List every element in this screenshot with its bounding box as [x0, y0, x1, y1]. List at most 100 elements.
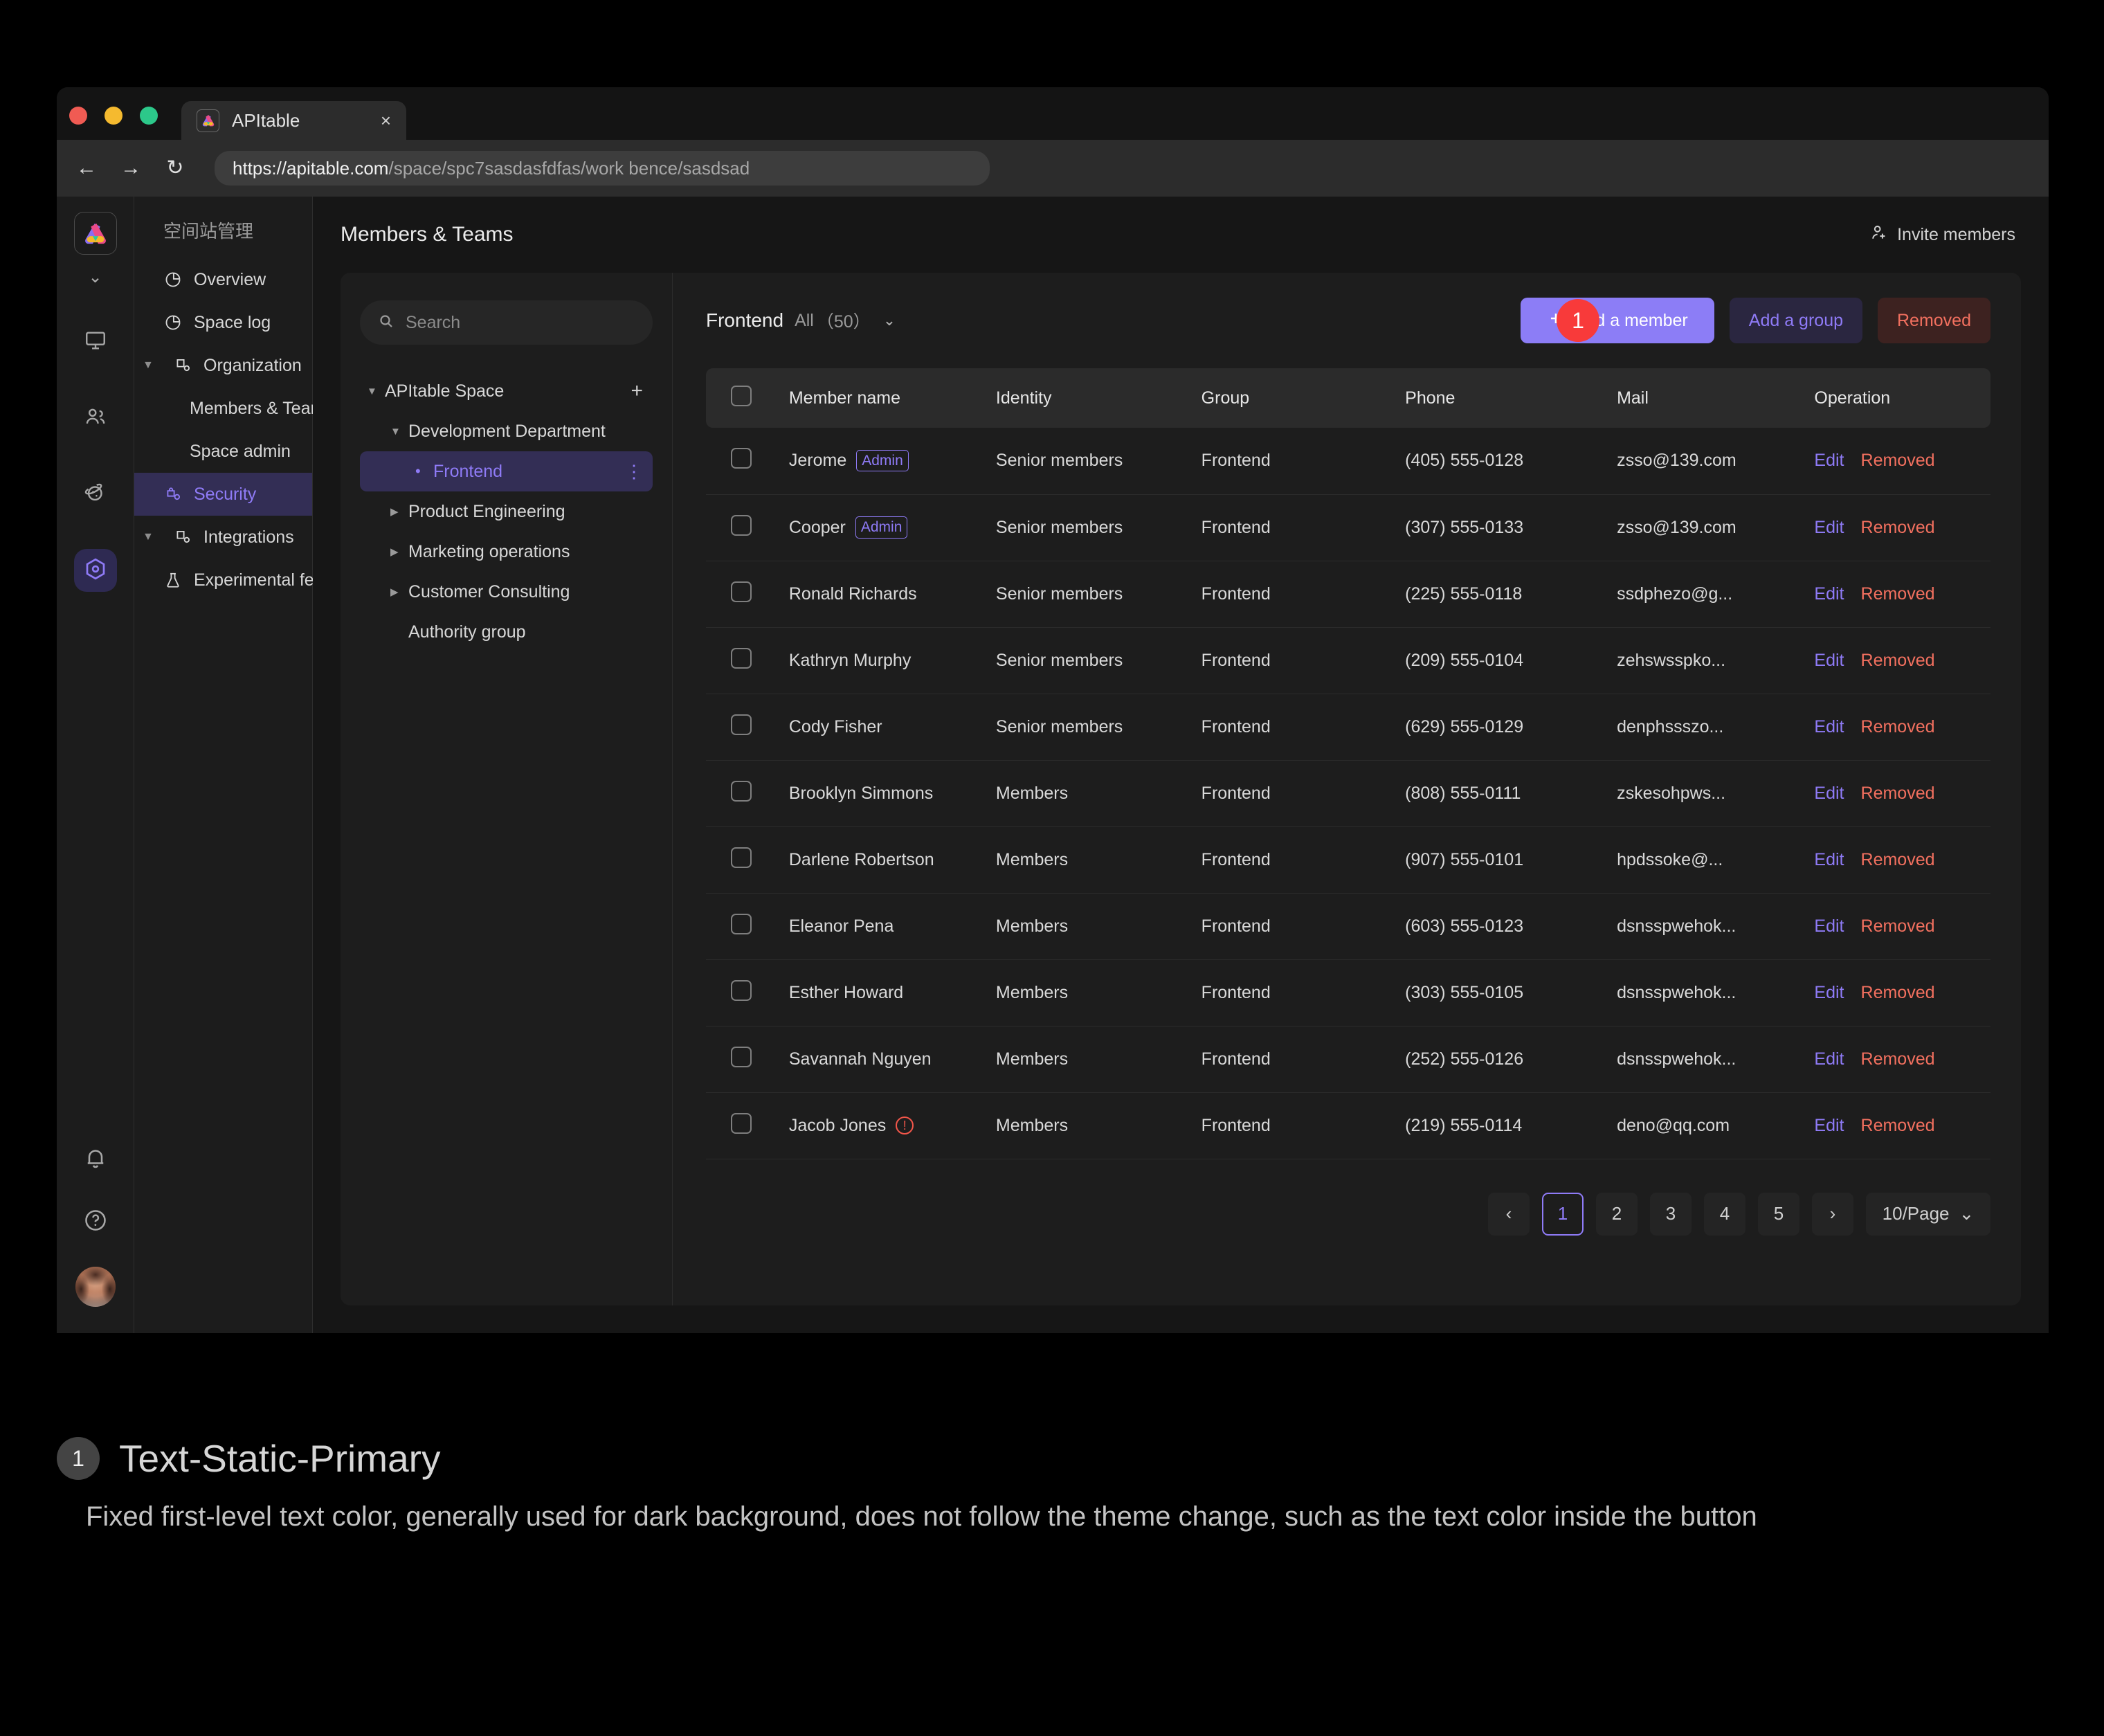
- remove-link[interactable]: Removed: [1861, 518, 1935, 538]
- remove-link[interactable]: Removed: [1861, 1049, 1935, 1069]
- edit-link[interactable]: Edit: [1814, 651, 1844, 671]
- pagination-page-1[interactable]: 1: [1542, 1192, 1584, 1236]
- sidebar-item-space-log[interactable]: Space log: [134, 301, 312, 344]
- edit-link[interactable]: Edit: [1814, 983, 1844, 1003]
- back-icon[interactable]: ←: [75, 158, 98, 179]
- remove-link[interactable]: Removed: [1861, 451, 1935, 471]
- add-a-member-button[interactable]: Add a member: [1520, 298, 1714, 343]
- row-checkbox[interactable]: [731, 1112, 752, 1134]
- more-options-icon[interactable]: ⋮: [625, 462, 643, 480]
- pagination-page-4[interactable]: 4: [1704, 1192, 1745, 1236]
- pagination-next[interactable]: ›: [1812, 1192, 1853, 1236]
- table-row[interactable]: Jacob Jones! Members Frontend (219) 555-011…: [706, 1092, 1990, 1159]
- remove-link[interactable]: Removed: [1861, 983, 1935, 1003]
- row-checkbox[interactable]: [731, 847, 752, 868]
- tree-node-apitable-space[interactable]: ▼ APItable Space +: [360, 371, 653, 411]
- chevron-down-icon[interactable]: ▼: [367, 386, 385, 397]
- forward-icon[interactable]: →: [119, 158, 143, 179]
- remove-link[interactable]: Removed: [1861, 784, 1935, 804]
- table-row[interactable]: Savannah Nguyen Members Frontend (252) 555-…: [706, 1026, 1990, 1093]
- chevron-right-icon[interactable]: ▶: [390, 505, 408, 518]
- table-row[interactable]: Jerome Admin Senior members Frontend (405) 5…: [706, 428, 1990, 495]
- close-icon[interactable]: ×: [381, 111, 391, 129]
- tree-node-frontend[interactable]: • Frontend ⋮: [360, 451, 653, 491]
- edit-link[interactable]: Edit: [1814, 1049, 1844, 1069]
- row-checkbox[interactable]: [731, 581, 752, 602]
- row-checkbox[interactable]: [731, 714, 752, 735]
- table-row[interactable]: Cooper Admin Senior members Frontend (307) 5…: [706, 494, 1990, 561]
- sidebar-item-space-admin[interactable]: Space admin: [134, 430, 312, 473]
- address-bar[interactable]: https://apitable.com/space/spc7sasdasfdf…: [215, 151, 990, 186]
- pagination-prev[interactable]: ‹: [1488, 1192, 1530, 1236]
- table-row[interactable]: Cody Fisher Senior members Frontend (629) 5…: [706, 694, 1990, 761]
- help-button[interactable]: [74, 1200, 117, 1243]
- page-size-selector[interactable]: 10/Page ⌄: [1866, 1192, 1990, 1236]
- chevron-right-icon[interactable]: ▶: [390, 586, 408, 598]
- removed-button[interactable]: Removed: [1878, 298, 1990, 343]
- search-input[interactable]: Search: [360, 300, 653, 345]
- minimize-window-button[interactable]: [105, 107, 123, 125]
- row-checkbox[interactable]: [731, 647, 752, 669]
- pagination-page-3[interactable]: 3: [1650, 1192, 1692, 1236]
- edit-link[interactable]: Edit: [1814, 717, 1844, 737]
- add-a-group-button[interactable]: Add a group: [1729, 298, 1862, 343]
- tree-node-marketing-operations[interactable]: ▶ Marketing operations: [360, 532, 653, 572]
- pagination-page-5[interactable]: 5: [1758, 1192, 1799, 1236]
- edit-link[interactable]: Edit: [1814, 850, 1844, 870]
- table-row[interactable]: Darlene Robertson Members Frontend (907) 55…: [706, 826, 1990, 894]
- row-checkbox[interactable]: [731, 448, 752, 469]
- remove-link[interactable]: Removed: [1861, 651, 1935, 671]
- sidebar-item-security[interactable]: Security: [134, 473, 312, 516]
- edit-link[interactable]: Edit: [1814, 584, 1844, 604]
- notifications-button[interactable]: [74, 1138, 117, 1181]
- table-row[interactable]: Esther Howard Members Frontend (303) 555-01…: [706, 959, 1990, 1027]
- tree-node-development-department[interactable]: ▼ Development Department: [360, 411, 653, 451]
- row-checkbox[interactable]: [731, 1046, 752, 1067]
- chevron-right-icon[interactable]: ▶: [390, 545, 408, 558]
- edit-link[interactable]: Edit: [1814, 518, 1844, 538]
- remove-link[interactable]: Removed: [1861, 584, 1935, 604]
- add-team-icon[interactable]: +: [631, 381, 643, 401]
- edit-link[interactable]: Edit: [1814, 1116, 1844, 1136]
- remove-link[interactable]: Removed: [1861, 916, 1935, 937]
- tree-node-authority-group[interactable]: Authority group: [360, 612, 653, 652]
- row-checkbox[interactable]: [731, 780, 752, 802]
- sidebar-item-members-teams[interactable]: Members & Teams: [134, 387, 334, 430]
- reload-icon[interactable]: ↻: [163, 158, 187, 179]
- rail-item-space-settings[interactable]: [73, 549, 117, 592]
- remove-link[interactable]: Removed: [1861, 717, 1935, 737]
- sidebar-item-experimental-features[interactable]: Experimental features: [134, 559, 362, 602]
- table-row[interactable]: Brooklyn Simmons Members Frontend (808) 555…: [706, 760, 1990, 827]
- rail-item-workbench[interactable]: [74, 320, 117, 363]
- close-window-button[interactable]: [69, 107, 87, 125]
- row-checkbox[interactable]: [731, 979, 752, 1001]
- chevron-down-icon[interactable]: ▼: [390, 426, 408, 437]
- table-row[interactable]: Ronald Richards Senior members Frontend (22…: [706, 561, 1990, 628]
- edit-link[interactable]: Edit: [1814, 451, 1844, 471]
- rail-item-members[interactable]: [74, 397, 117, 440]
- invite-members-button[interactable]: Invite members: [1869, 223, 2015, 247]
- tree-node-product-engineering[interactable]: ▶ Product Engineering: [360, 491, 653, 532]
- sidebar-item-integrations[interactable]: ▼ Integrations: [134, 516, 312, 559]
- edit-link[interactable]: Edit: [1814, 784, 1844, 804]
- sidebar-item-organization[interactable]: ▼ Organization: [134, 344, 312, 387]
- remove-link[interactable]: Removed: [1861, 1116, 1935, 1136]
- tree-node-customer-consulting[interactable]: ▶ Customer Consulting: [360, 572, 653, 612]
- chevron-down-icon[interactable]: ⌄: [883, 311, 896, 329]
- row-checkbox[interactable]: [731, 514, 752, 536]
- edit-link[interactable]: Edit: [1814, 916, 1844, 937]
- sidebar-item-overview[interactable]: Overview: [134, 258, 312, 301]
- avatar[interactable]: [75, 1267, 116, 1307]
- maximize-window-button[interactable]: [140, 107, 158, 125]
- pagination-page-2[interactable]: 2: [1596, 1192, 1638, 1236]
- apitable-logo-icon[interactable]: [73, 212, 117, 255]
- chevron-down-icon[interactable]: ⌄: [88, 267, 102, 287]
- select-all-checkbox[interactable]: [731, 385, 752, 406]
- browser-tab[interactable]: APItable ×: [181, 101, 406, 140]
- table-row[interactable]: Eleanor Pena Members Frontend (603) 555-012…: [706, 893, 1990, 960]
- table-row[interactable]: Kathryn Murphy Senior members Frontend (209…: [706, 627, 1990, 694]
- row-checkbox[interactable]: [731, 913, 752, 934]
- rail-item-explore[interactable]: [74, 473, 117, 516]
- mail-cell: dsnsspwehok...: [1611, 959, 1809, 1027]
- remove-link[interactable]: Removed: [1861, 850, 1935, 870]
